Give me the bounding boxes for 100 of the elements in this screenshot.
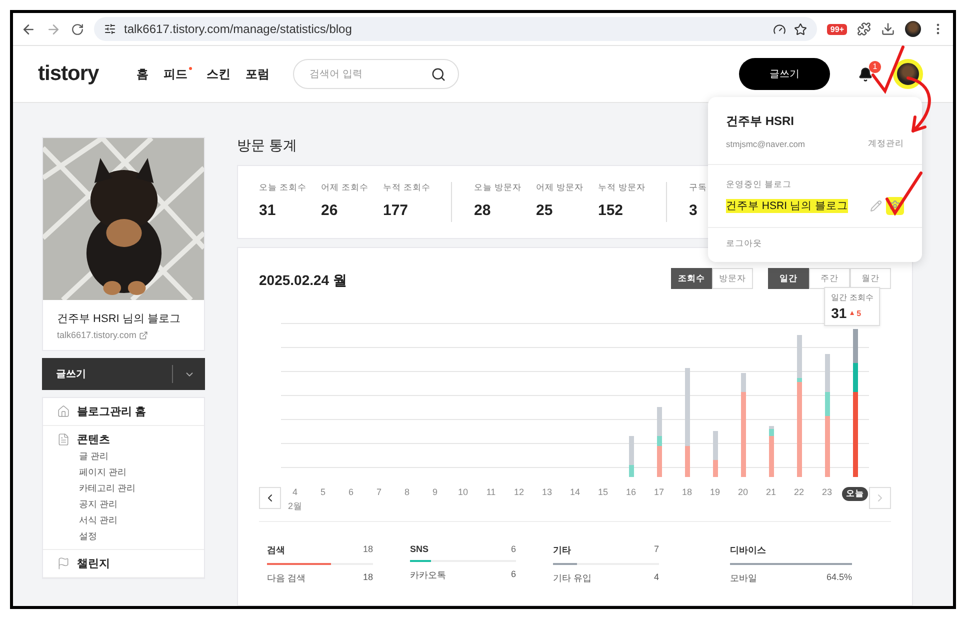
day-label: 7: [376, 487, 382, 497]
chart-bar: [628, 436, 634, 477]
extension-badge[interactable]: 99+: [827, 24, 847, 34]
logout-link[interactable]: 로그아웃: [726, 238, 762, 250]
new-dot: [188, 66, 192, 70]
day-label: 12: [514, 487, 524, 497]
source-total: 6: [510, 544, 516, 554]
source-value: 4: [654, 572, 659, 584]
source-value: 64.5%: [826, 572, 852, 584]
stat-value: 177: [383, 202, 408, 219]
submenu-item[interactable]: 설정: [79, 529, 97, 543]
submenu-item[interactable]: 카테고리 관리: [79, 481, 136, 495]
day-label: 20: [738, 487, 748, 497]
day-label: 11: [486, 487, 496, 497]
stat-label: 구독: [689, 182, 707, 194]
bell-icon[interactable]: [858, 66, 873, 82]
day-label: 14: [570, 487, 580, 497]
stat-value: 25: [536, 202, 553, 219]
stat-value: 31: [259, 202, 276, 219]
stat-label: 어제 방문자: [536, 182, 584, 194]
day-label: 21: [766, 487, 776, 497]
reload-icon[interactable]: [71, 22, 84, 36]
source-label: 기타 유입: [553, 572, 592, 585]
source-total: 18: [362, 544, 373, 556]
submenu-item[interactable]: 서식 관리: [79, 513, 118, 527]
nav-link[interactable]: 홈: [136, 66, 149, 82]
period-tab[interactable]: 월간: [850, 268, 891, 289]
day-label: 16: [626, 487, 636, 497]
chart-tooltip: 일간 조회수 31 5: [824, 287, 880, 326]
stat-value: 26: [321, 202, 338, 219]
gauge-icon[interactable]: [773, 22, 786, 36]
day-label: 4: [292, 487, 298, 497]
metric-tab[interactable]: 방문자: [712, 268, 753, 289]
day-label: 9: [432, 487, 438, 497]
account-link[interactable]: 계정관리: [868, 138, 904, 150]
source-title: 검색: [267, 544, 285, 557]
chart-date: 2025.02.24 월: [259, 272, 347, 290]
check-mark-drawing: [886, 172, 922, 216]
source-title: SNS: [410, 544, 429, 554]
day-label: 15: [598, 487, 608, 497]
day-label: 5: [320, 487, 326, 497]
day-label: 10: [458, 487, 468, 497]
day-label: 오늘: [842, 487, 868, 501]
menu-item[interactable]: 콘텐츠: [57, 432, 110, 447]
chart-bar: [768, 426, 774, 477]
chart-bar: [712, 431, 718, 477]
up-triangle-icon: [850, 311, 854, 315]
address-bar[interactable]: talk6617.tistory.com/manage/statistics/blog: [94, 17, 818, 41]
source-title: 기타: [553, 544, 571, 557]
stat-label: 어제 조회수: [321, 182, 368, 194]
download-icon[interactable]: [881, 22, 895, 36]
profile-avatar[interactable]: [905, 21, 921, 37]
user-name: 건주부 HSRI: [726, 113, 794, 130]
house-icon: [57, 405, 70, 418]
submenu-item[interactable]: 글 관리: [79, 449, 109, 463]
stat-label: 누적 방문자: [598, 182, 646, 194]
period-tab[interactable]: 주간: [809, 268, 850, 289]
submenu-item[interactable]: 공지 관리: [79, 497, 118, 511]
nav-link[interactable]: 스킨: [206, 66, 231, 82]
menu-item[interactable]: 블로그관리 홈: [57, 404, 146, 419]
search-icon[interactable]: [430, 66, 446, 82]
star-icon[interactable]: [794, 22, 808, 36]
site-info-icon[interactable]: [104, 23, 116, 35]
section-label: 운영중인 블로그: [726, 179, 792, 191]
source-label: 다음 검색: [267, 572, 306, 585]
day-label: 8: [404, 487, 410, 497]
menu-item[interactable]: 챌린지: [57, 556, 110, 571]
flag-icon: [57, 557, 70, 570]
stat-label: 오늘 방문자: [474, 182, 522, 194]
source-value: 6: [510, 569, 516, 581]
day-label: 23: [822, 487, 832, 497]
source-label: 카카오톡: [410, 569, 446, 582]
day-label: 18: [682, 487, 692, 497]
nav-link[interactable]: 피드: [164, 66, 192, 82]
external-link-icon[interactable]: [139, 330, 148, 340]
write-button[interactable]: 글쓰기: [739, 58, 830, 90]
stat-label: 오늘 조회수: [259, 182, 306, 194]
nav-link[interactable]: 포럼: [246, 66, 270, 82]
metric-tab[interactable]: 조회수: [671, 268, 712, 289]
blog-url[interactable]: talk6617.tistory.com: [57, 330, 136, 340]
blog-link[interactable]: 건주부 HSRI 님의 블로그: [726, 199, 848, 213]
user-email: stmjsmc@naver.com: [726, 139, 806, 149]
submenu-item[interactable]: 페이지 관리: [79, 465, 127, 479]
logo[interactable]: tistory: [38, 62, 99, 86]
stat-label: 누적 조회수: [383, 182, 430, 194]
annotation-arrow: [906, 76, 931, 132]
stat-value: 28: [474, 202, 491, 219]
write-button[interactable]: 글쓰기: [42, 358, 205, 390]
source-label: 모바일: [730, 572, 757, 585]
day-label: 13: [542, 487, 552, 497]
period-tab[interactable]: 일간: [768, 268, 809, 289]
back-icon[interactable]: [21, 22, 36, 36]
day-label: 19: [710, 487, 720, 497]
page-title: 방문 통계: [237, 137, 297, 155]
chart-bar: [656, 407, 662, 477]
previous-button[interactable]: [259, 487, 281, 509]
blog-title[interactable]: 건주부 HSRI 님의 블로그: [57, 311, 180, 326]
notification-badge: 1: [869, 60, 881, 72]
extensions-icon[interactable]: [857, 22, 871, 36]
source-total: 7: [654, 544, 659, 556]
